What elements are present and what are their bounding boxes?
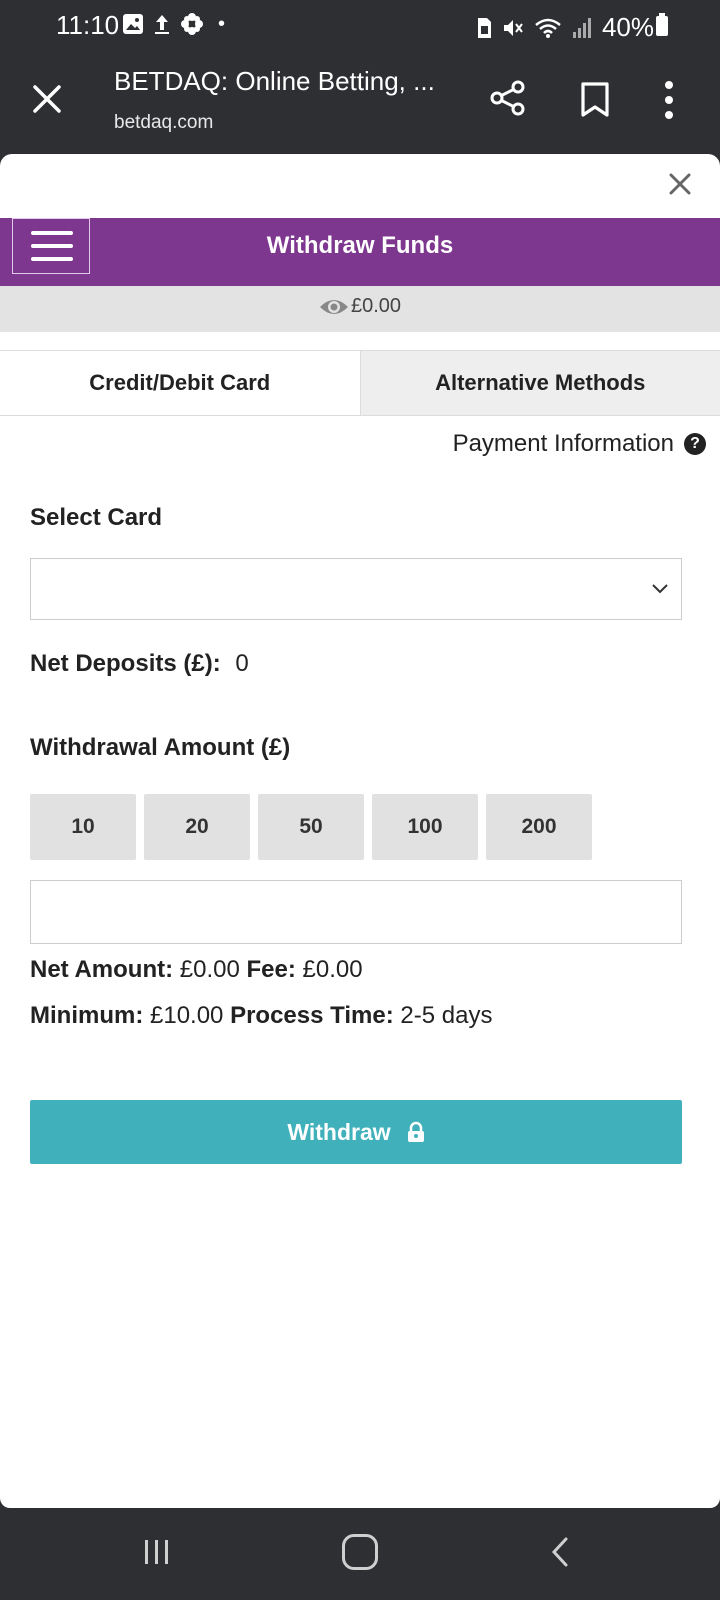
dot-icon: • — [218, 12, 226, 35]
fee-value: £0.00 — [302, 956, 363, 983]
payment-information-link[interactable]: Payment Information ? — [453, 430, 706, 458]
amount-button-20[interactable]: 20 — [144, 794, 250, 860]
sim-icon — [477, 17, 491, 38]
lock-icon — [407, 1121, 424, 1142]
battery-percent: 40% — [601, 12, 654, 42]
quick-amounts: 10 20 50 100 200 — [30, 794, 592, 860]
page-title: BETDAQ: Online Betting, ... — [114, 66, 435, 96]
recent-apps-icon[interactable] — [142, 1538, 172, 1566]
net-amount-label: Net Amount: — [30, 956, 174, 983]
home-icon[interactable] — [342, 1534, 378, 1570]
battery-icon — [656, 13, 668, 36]
fee-label: Fee: — [246, 956, 296, 983]
notification-icons: • — [122, 12, 225, 36]
close-icon[interactable] — [30, 82, 64, 116]
payment-information-label: Payment Information — [452, 430, 674, 457]
net-deposits: Net Deposits (£): 0 — [30, 650, 249, 678]
minimum-line: Minimum: £10.00 Process Time: 2-5 days — [30, 1002, 492, 1030]
net-deposits-value: 0 — [235, 650, 249, 677]
amount-button-50[interactable]: 50 — [258, 794, 364, 860]
close-icon[interactable] — [668, 172, 692, 196]
status-bar: 11:10 • 40% — [0, 0, 720, 52]
tab-alternative-methods[interactable]: Alternative Methods — [359, 351, 720, 415]
net-amount-line: Net Amount: £0.00 Fee: £0.00 — [30, 956, 363, 984]
more-options-icon[interactable] — [664, 80, 674, 120]
withdraw-button[interactable]: Withdraw — [30, 1100, 682, 1164]
process-time-label: Process Time: — [230, 1002, 394, 1029]
header-bar: Withdraw Funds — [0, 218, 720, 286]
balance-value: £0.00 — [350, 295, 402, 317]
gallery-icon — [123, 14, 143, 34]
select-card-dropdown[interactable] — [30, 558, 682, 620]
minimum-label: Minimum: — [30, 1002, 144, 1029]
custom-tab-toolbar: BETDAQ: Online Betting, ... betdaq.com — [0, 52, 720, 152]
wifi-icon — [535, 18, 561, 38]
amount-button-10[interactable]: 10 — [30, 794, 136, 860]
withdrawal-amount-input[interactable] — [30, 880, 682, 944]
mute-icon — [503, 19, 523, 36]
amount-button-100[interactable]: 100 — [372, 794, 478, 860]
process-time-value: 2-5 days — [400, 1002, 493, 1029]
net-amount-value: £0.00 — [179, 956, 240, 983]
back-icon[interactable] — [548, 1536, 572, 1568]
payment-tabs: Credit/Debit Card Alternative Methods — [0, 350, 720, 416]
select-card-label: Select Card — [30, 504, 163, 531]
flower-icon — [181, 13, 203, 35]
balance-bar: £0.00 — [0, 286, 720, 332]
page-url: betdaq.com — [114, 112, 214, 133]
bookmark-icon[interactable] — [580, 82, 610, 118]
minimum-value: £10.00 — [150, 1002, 224, 1029]
amount-button-200[interactable]: 200 — [486, 794, 592, 860]
share-icon[interactable] — [490, 80, 526, 116]
help-icon[interactable]: ? — [684, 433, 706, 455]
upload-icon — [155, 15, 169, 34]
system-icons: 40% — [476, 12, 654, 43]
chevron-down-icon — [652, 584, 668, 594]
page-heading: Withdraw Funds — [266, 232, 454, 259]
system-navigation-bar — [0, 1508, 720, 1600]
tab-credit-debit-card[interactable]: Credit/Debit Card — [0, 351, 360, 415]
eye-icon[interactable] — [319, 296, 349, 318]
withdraw-sheet: Withdraw Funds £0.00 Credit/Debit Card A… — [0, 154, 720, 1508]
withdraw-button-label: Withdraw — [287, 1118, 391, 1145]
signal-icon — [572, 17, 591, 38]
withdrawal-amount-label: Withdrawal Amount (£) — [30, 734, 291, 761]
net-deposits-label: Net Deposits (£): — [30, 650, 221, 677]
status-time: 11:10 — [56, 10, 120, 40]
